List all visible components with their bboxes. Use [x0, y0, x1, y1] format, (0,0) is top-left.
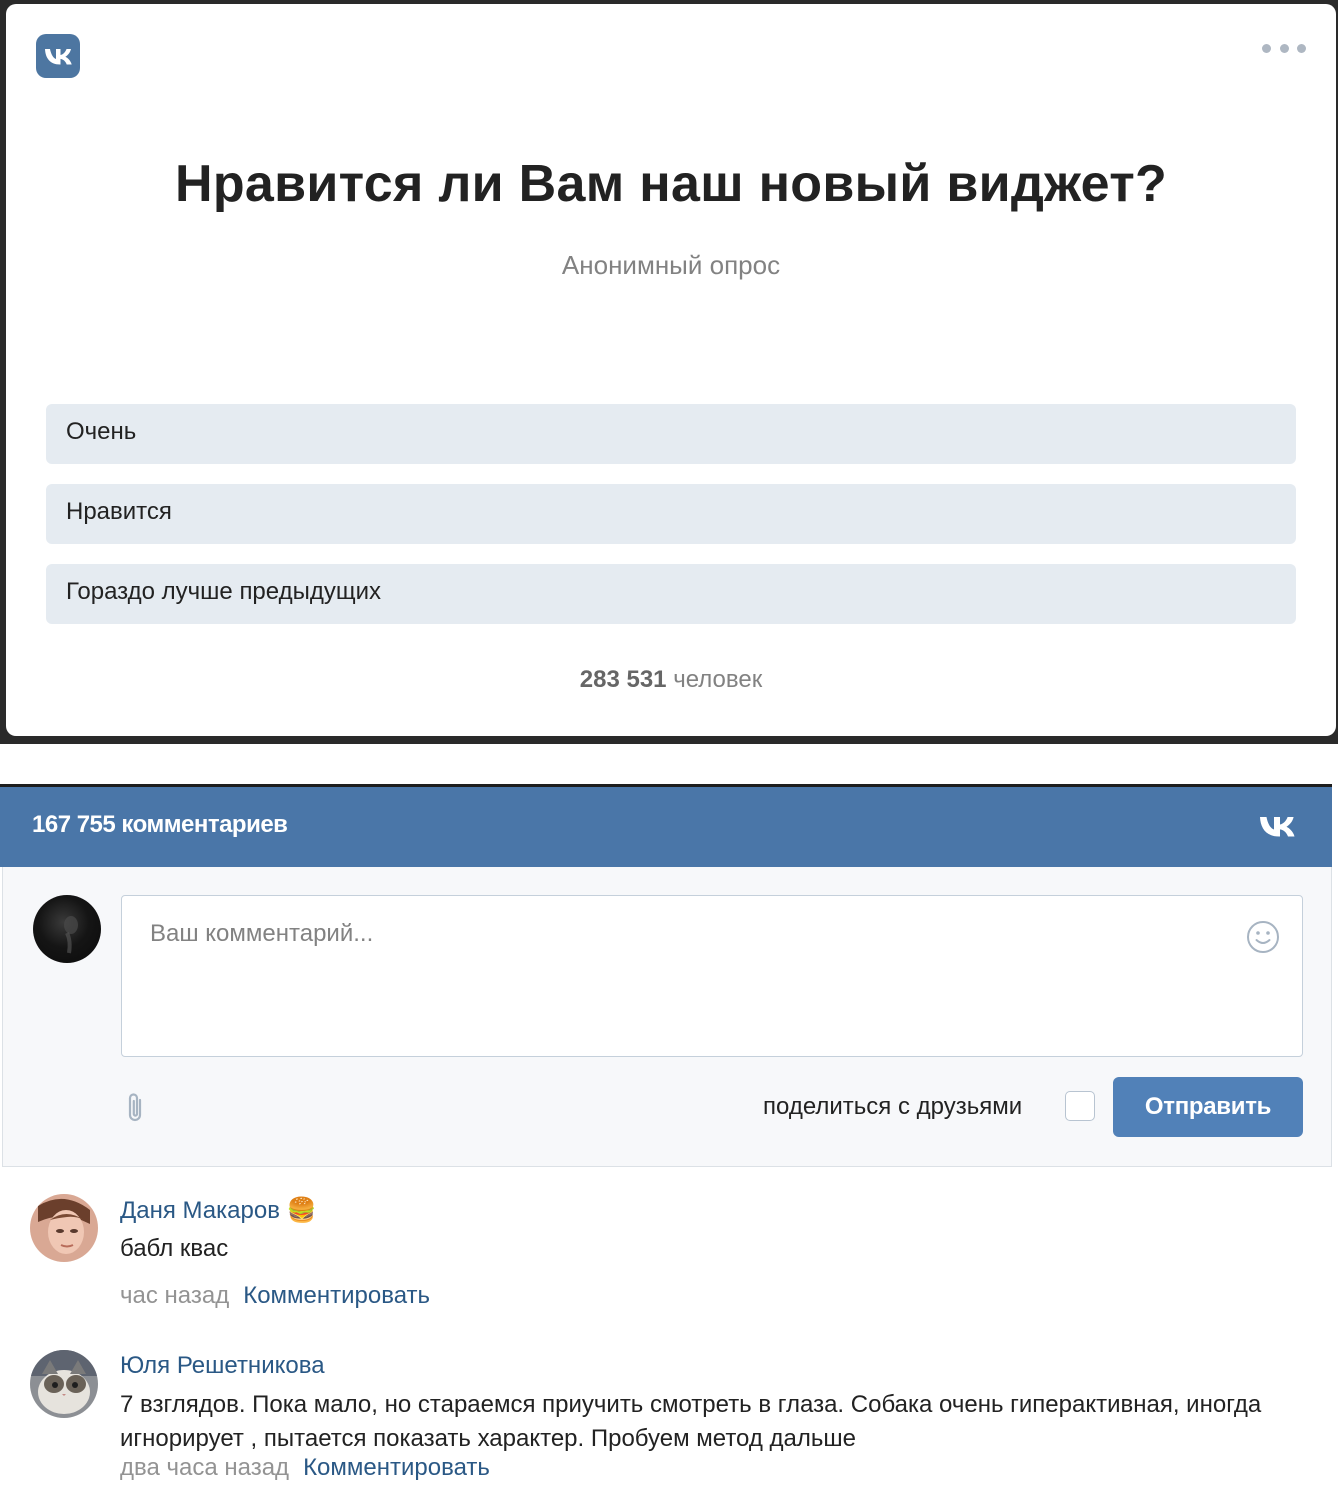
- poll-subtitle: Анонимный опрос: [561, 250, 781, 280]
- comment-meta: два часа назад Комментировать: [120, 1454, 490, 1482]
- comments-widget: 167 755 комментариев Ваш комментарий... …: [0, 784, 1338, 1498]
- poll-voters-count: 283 531 человек: [6, 666, 1336, 694]
- comment-text: 7 взглядов. Пока мало, но стараемся приу…: [120, 1391, 1262, 1452]
- poll-voters-number: 283 531: [579, 666, 667, 693]
- poll-option[interactable]: Очень: [46, 404, 1296, 464]
- more-dots-icon[interactable]: [1262, 38, 1306, 58]
- avatar[interactable]: [33, 895, 101, 963]
- comment-author-name: Юля Решетникова: [120, 1352, 325, 1379]
- comment-author-link[interactable]: Даня Макаров 🍔: [120, 1196, 317, 1225]
- poll-voters-label: человек: [673, 666, 763, 693]
- comment-input[interactable]: [122, 896, 1302, 1056]
- comment-author-name: Даня Макаров: [120, 1197, 280, 1224]
- vk-logo-icon[interactable]: [36, 34, 80, 78]
- comments-header: 167 755 комментариев: [0, 787, 1332, 867]
- paperclip-icon[interactable]: [121, 1091, 149, 1127]
- comment-item: Даня Макаров 🍔 бабл квас час назад Коммен…: [30, 1194, 1320, 1309]
- poll-option[interactable]: Гораздо лучше предыдущих: [46, 564, 1296, 624]
- comment-input-box: [121, 895, 1303, 1057]
- comment-item: Юля Решетникова 7 взглядов. Пока мало, н…: [30, 1350, 1320, 1490]
- comment-text: бабл квас: [120, 1235, 229, 1262]
- poll-option[interactable]: Нравится: [46, 484, 1296, 544]
- comment-compose-area: поделиться с друзьями Отправить: [2, 867, 1332, 1167]
- share-with-friends-checkbox[interactable]: [1065, 1091, 1095, 1121]
- comment-reply-link[interactable]: Комментировать: [243, 1282, 430, 1309]
- avatar[interactable]: [30, 1194, 98, 1262]
- poll-widget-frame: Нравится ли Вам наш новый виджет? Аноним…: [0, 0, 1338, 744]
- emoji-icon[interactable]: [1246, 920, 1280, 954]
- poll-title: Нравится ли Вам наш новый виджет?: [174, 155, 1168, 213]
- comment-timestamp[interactable]: час назад: [120, 1282, 229, 1309]
- send-button[interactable]: Отправить: [1113, 1077, 1303, 1137]
- comment-meta: час назад Комментировать: [120, 1282, 430, 1310]
- vk-logo-icon[interactable]: [1260, 815, 1302, 841]
- comments-count: 167 755 комментариев: [32, 811, 288, 838]
- comment-author-link[interactable]: Юля Решетникова: [120, 1352, 325, 1380]
- comment-reply-link[interactable]: Комментировать: [303, 1454, 490, 1481]
- avatar[interactable]: [30, 1350, 98, 1418]
- comment-timestamp[interactable]: два часа назад: [120, 1454, 289, 1481]
- share-with-friends-label: поделиться с друзьями: [763, 1093, 1023, 1120]
- burger-emoji-icon: 🍔: [286, 1197, 317, 1224]
- poll-card: Нравится ли Вам наш новый виджет? Аноним…: [6, 4, 1336, 736]
